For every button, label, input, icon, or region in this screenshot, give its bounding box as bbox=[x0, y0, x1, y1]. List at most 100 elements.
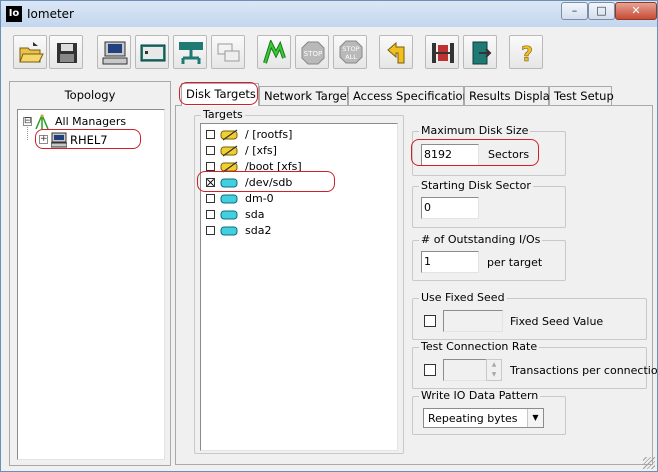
new-manager-button[interactable] bbox=[425, 35, 459, 69]
floppy-disk-icon bbox=[57, 43, 77, 63]
target-label: / [rootfs] bbox=[245, 128, 293, 141]
outstanding-ios-group: # of Outstanding I/Os 1 per target bbox=[412, 233, 566, 281]
network-card-icon bbox=[140, 44, 166, 62]
target-checkbox-checked[interactable] bbox=[206, 178, 215, 187]
computer-icon bbox=[51, 132, 67, 148]
topology-title: Topology bbox=[64, 88, 116, 102]
open-config-button[interactable] bbox=[13, 35, 47, 69]
sectors-label: Sectors bbox=[488, 148, 530, 161]
window-title: Iometer bbox=[27, 7, 74, 21]
computer-icon bbox=[102, 41, 128, 65]
targets-list: / [rootfs] / [xfs] /boot [xfs] /dev/sdb bbox=[200, 123, 398, 451]
stop-all-text2: ALL bbox=[345, 53, 357, 61]
spin-down-icon[interactable]: ▼ bbox=[487, 370, 501, 380]
max-disk-size-input[interactable]: 8192 bbox=[421, 144, 479, 166]
yellow-disk-slash-icon bbox=[220, 161, 238, 173]
stop-all-icon: STOP ALL bbox=[339, 40, 363, 64]
cyan-disk-icon bbox=[220, 178, 238, 188]
target-label: /boot [xfs] bbox=[245, 160, 302, 173]
target-label: sda2 bbox=[245, 224, 272, 237]
target-checkbox[interactable] bbox=[206, 194, 215, 203]
reset-workers-button[interactable] bbox=[379, 35, 413, 69]
folder-open-icon bbox=[19, 42, 44, 63]
copy-windows-icon bbox=[217, 43, 240, 62]
tree-connector bbox=[27, 127, 28, 140]
test-connection-spinner[interactable]: ▲ ▼ bbox=[486, 359, 502, 381]
title-bar: Io Iometer – □ ✕ bbox=[1, 1, 657, 27]
minimize-button[interactable]: – bbox=[561, 2, 588, 20]
transactions-label: Transactions per connection bbox=[510, 364, 658, 377]
help-button[interactable]: ? bbox=[509, 35, 543, 69]
starting-sector-title: Starting Disk Sector bbox=[419, 179, 533, 192]
tree-item-rhel7[interactable]: RHEL7 bbox=[70, 133, 108, 147]
tab-access-specifications[interactable]: Access Specifications bbox=[348, 86, 476, 105]
target-checkbox[interactable] bbox=[206, 210, 215, 219]
resize-grip-icon[interactable] bbox=[643, 457, 655, 469]
fixed-seed-title: Use Fixed Seed bbox=[419, 291, 507, 304]
outstanding-ios-title: # of Outstanding I/Os bbox=[419, 233, 543, 246]
yellow-disk-slash-icon bbox=[220, 145, 238, 157]
io-pattern-select[interactable]: Repeating bytes ▼ bbox=[423, 408, 544, 428]
green-flag-icon bbox=[263, 40, 286, 64]
rhel7-expander[interactable]: + bbox=[39, 135, 48, 144]
stop-all-button[interactable]: STOP ALL bbox=[333, 35, 367, 69]
stop-all-text: STOP bbox=[342, 45, 359, 53]
starting-sector-input[interactable]: 0 bbox=[421, 197, 479, 219]
new-disk-worker-button[interactable] bbox=[97, 35, 131, 69]
tab-disk-targets[interactable]: Disk Targets bbox=[181, 83, 259, 106]
starting-sector-group: Starting Disk Sector 0 bbox=[412, 179, 566, 228]
tab-test-setup[interactable]: Test Setup bbox=[549, 86, 614, 105]
save-config-button[interactable] bbox=[49, 35, 83, 69]
target-label: /dev/sdb bbox=[245, 176, 293, 189]
managers-network-icon bbox=[35, 114, 49, 130]
io-pattern-title: Write IO Data Pattern bbox=[419, 389, 541, 402]
topology-tree: ⊟ All Managers + RHEL7 bbox=[17, 109, 165, 460]
per-target-label: per target bbox=[487, 256, 543, 269]
io-pattern-group: Write IO Data Pattern Repeating bytes ▼ bbox=[412, 389, 566, 435]
exit-button[interactable] bbox=[463, 35, 497, 69]
target-checkbox[interactable] bbox=[206, 130, 215, 139]
topology-panel: Topology ⊟ All Managers + RHEL7 bbox=[9, 81, 171, 466]
red-bars-icon bbox=[432, 43, 454, 63]
close-button[interactable]: ✕ bbox=[615, 2, 657, 20]
network-worker-icon bbox=[179, 42, 203, 64]
fixed-seed-checkbox[interactable] bbox=[424, 315, 436, 327]
reset-arrow-icon bbox=[387, 41, 405, 64]
test-connection-checkbox[interactable] bbox=[424, 364, 436, 376]
stop-sign-icon: STOP bbox=[301, 41, 325, 65]
outstanding-ios-input[interactable]: 1 bbox=[421, 251, 479, 273]
io-pattern-value: Repeating bytes bbox=[428, 412, 518, 425]
tab-network-targets[interactable]: Network Targets bbox=[259, 86, 357, 105]
max-disk-size-group: Maximum Disk Size 8192 Sectors bbox=[412, 124, 566, 176]
new-network-worker-button[interactable] bbox=[135, 35, 169, 69]
fixed-seed-input[interactable] bbox=[443, 310, 503, 332]
tree-item-all-managers[interactable]: All Managers bbox=[55, 115, 126, 128]
test-connection-group: Test Connection Rate ▲ ▼ Transactions pe… bbox=[412, 340, 657, 389]
stop-button[interactable]: STOP bbox=[295, 35, 329, 69]
exit-door-icon bbox=[472, 41, 492, 65]
tab-results-display[interactable]: Results Display bbox=[464, 86, 557, 105]
toolbar: STOP STOP ALL ? bbox=[1, 27, 657, 73]
fixed-seed-group: Use Fixed Seed Fixed Seed Value bbox=[412, 291, 647, 340]
start-tests-button[interactable] bbox=[257, 35, 291, 69]
target-checkbox[interactable] bbox=[206, 146, 215, 155]
disk-targets-panel: Targets / [rootfs] / [xfs] /boot [xfs] /… bbox=[175, 105, 657, 465]
question-mark-icon: ? bbox=[521, 42, 533, 66]
spin-up-icon[interactable]: ▲ bbox=[487, 360, 501, 370]
iometer-window: Io Iometer – □ ✕ STOP STOP ALL ? Topolog… bbox=[0, 0, 658, 472]
all-managers-expander[interactable]: ⊟ bbox=[23, 117, 32, 126]
test-connection-input[interactable] bbox=[443, 359, 487, 381]
target-label: / [xfs] bbox=[245, 144, 277, 157]
disconnect-button[interactable] bbox=[211, 35, 245, 69]
target-checkbox[interactable] bbox=[206, 162, 215, 171]
test-connection-title: Test Connection Rate bbox=[419, 340, 540, 353]
target-checkbox[interactable] bbox=[206, 226, 215, 235]
stop-text: STOP bbox=[304, 50, 322, 58]
fixed-seed-value-label: Fixed Seed Value bbox=[510, 315, 604, 328]
target-label: dm-0 bbox=[245, 192, 274, 205]
targets-title: Targets bbox=[201, 108, 245, 121]
target-label: sda bbox=[245, 208, 265, 221]
duplicate-worker-button[interactable] bbox=[173, 35, 207, 69]
maximize-button[interactable]: □ bbox=[588, 2, 615, 20]
chevron-down-icon[interactable]: ▼ bbox=[527, 409, 543, 427]
